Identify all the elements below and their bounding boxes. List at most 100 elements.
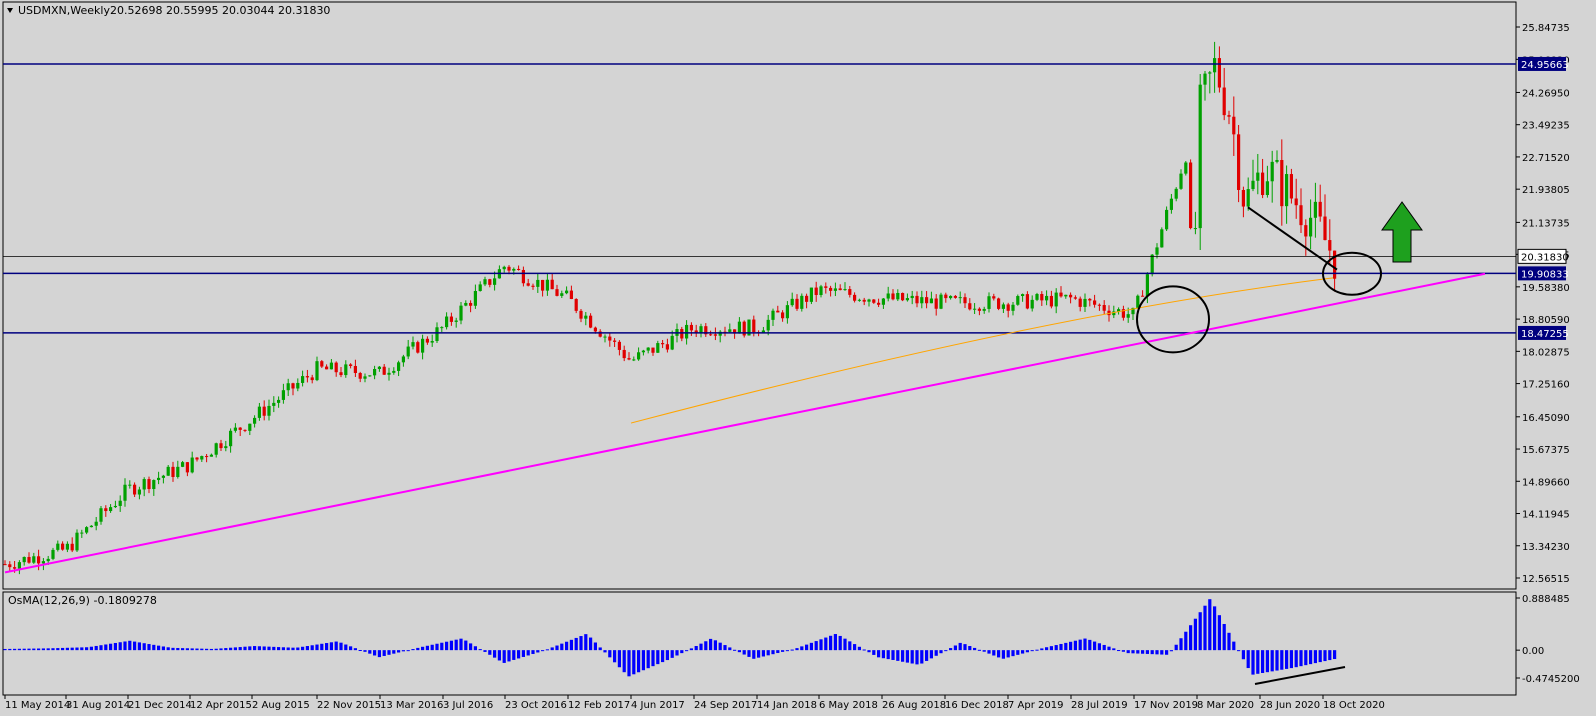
osma-bar (541, 650, 545, 652)
candle-body (1069, 294, 1073, 298)
osma-bar (8, 648, 12, 651)
osma-bar (905, 650, 909, 663)
osma-bar (238, 647, 242, 651)
candle-body (80, 532, 84, 534)
osma-bar (339, 642, 343, 651)
candle-body (233, 427, 237, 431)
candle-body (1193, 228, 1197, 230)
osma-bar (99, 645, 103, 651)
candle-body (243, 429, 247, 431)
candle-body (253, 417, 257, 424)
osma-bar (411, 649, 415, 651)
osma-bar (224, 648, 228, 651)
chart-canvas[interactable]: 25.8473525.0682024.2695023.4923522.71520… (0, 0, 1596, 716)
osma-bar (478, 649, 482, 651)
candle-body (929, 298, 933, 304)
candle-body (824, 286, 828, 288)
osma-bar (397, 650, 401, 653)
osma-bar (1237, 650, 1241, 652)
candle-body (881, 298, 885, 305)
osma-bar (814, 641, 818, 651)
osma-bar (1261, 650, 1265, 673)
osma-bar (1304, 650, 1308, 666)
candle-body (1270, 161, 1274, 182)
candle-body (1217, 58, 1221, 88)
osma-bar (891, 650, 895, 660)
candle-body (1083, 298, 1087, 307)
candle-body (392, 370, 396, 373)
candle-body (1155, 247, 1159, 255)
osma-bar (286, 647, 290, 651)
candle-body (229, 430, 233, 447)
candle-body (886, 293, 890, 299)
osma-bar (1025, 650, 1029, 653)
candle-body (440, 327, 444, 329)
candle-body (1256, 172, 1260, 181)
candle-body (1328, 240, 1332, 251)
candle-body (89, 525, 93, 528)
osma-bar (1251, 650, 1255, 675)
candle-body (152, 480, 156, 490)
candle-body (819, 286, 823, 296)
osma-bar (493, 650, 497, 658)
candle-body (617, 341, 621, 350)
candle-body (387, 372, 391, 375)
osma-bar (41, 648, 45, 651)
osma-bar (1179, 638, 1183, 651)
osma-bar (277, 647, 281, 651)
osma-bar (89, 646, 93, 651)
candle-body (248, 423, 252, 431)
osma-bar (1309, 650, 1313, 665)
osma-bar (1184, 631, 1188, 651)
osma-bar (161, 646, 165, 651)
osma-bar (118, 642, 122, 651)
osma-bar (1145, 650, 1149, 654)
osma-bar (281, 647, 285, 651)
osma-bar (377, 650, 381, 658)
osma-bar (1280, 650, 1284, 670)
osma-bar (613, 650, 617, 663)
candle-body (401, 356, 405, 363)
price-label: 18.47255 (1521, 329, 1569, 340)
osma-bar (320, 643, 324, 651)
osma-bar (795, 648, 799, 651)
candle-body (56, 543, 60, 550)
osma-bar (353, 648, 357, 651)
osma-bar (968, 646, 972, 651)
candle-body (603, 336, 607, 338)
candle-body (22, 556, 26, 563)
osma-bar (637, 650, 641, 673)
candle-body (901, 292, 905, 301)
candle-body (305, 376, 309, 378)
candle-body (344, 364, 348, 376)
osma-bar (248, 646, 252, 651)
osma-bar (1083, 638, 1087, 651)
candle-body (521, 269, 525, 284)
osma-bar (1097, 643, 1101, 651)
osma-bar (526, 650, 530, 656)
osma-bar (137, 642, 141, 651)
osma-bar (843, 638, 847, 651)
osma-bar (181, 648, 185, 651)
time-tick-label: 14 Jan 2018 (757, 700, 817, 711)
candle-body (1299, 205, 1303, 226)
osma-bar (401, 650, 405, 652)
candle-body (301, 376, 305, 383)
candle-body (853, 294, 857, 301)
candle-body (545, 279, 549, 291)
candle-body (416, 342, 420, 353)
candle-body (800, 295, 804, 309)
candle-body (13, 567, 17, 569)
candle-body (766, 319, 770, 331)
candle-body (699, 326, 703, 334)
ohlc-values: 20.52698 20.55995 20.03044 20.31830 (110, 4, 330, 17)
candle-body (1059, 292, 1063, 297)
osma-bar (593, 642, 597, 651)
osma-bar (392, 650, 396, 654)
osma-bar (1265, 650, 1269, 673)
candle-body (790, 298, 794, 306)
candle-body (454, 320, 458, 322)
osma-bar (133, 641, 137, 651)
osma-bar (929, 650, 933, 659)
candle-body (680, 329, 684, 339)
